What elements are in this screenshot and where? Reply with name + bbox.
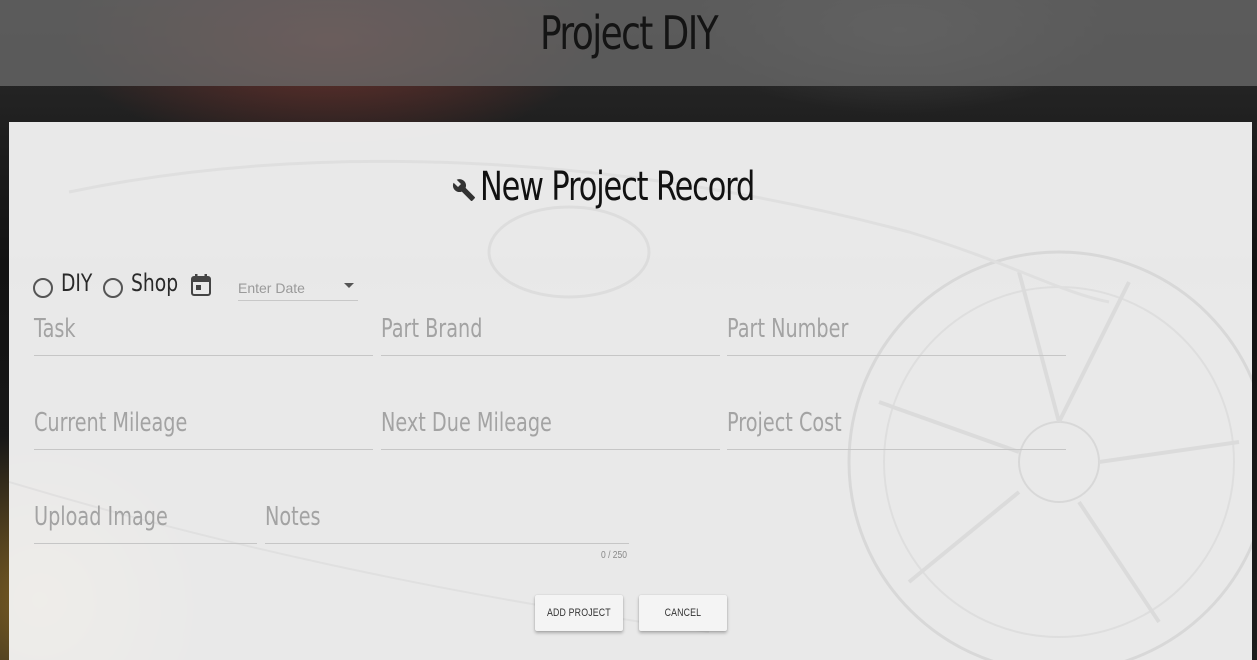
notes-char-counter: 0 / 250 bbox=[601, 550, 628, 561]
current-mileage-label: Current Mileage bbox=[34, 408, 188, 438]
part-brand-label: Part Brand bbox=[381, 314, 483, 344]
site-title: Project DIY bbox=[539, 6, 719, 60]
form-title: New Project Record bbox=[479, 164, 755, 210]
cancel-label: CANCEL bbox=[664, 607, 702, 619]
notes-label: Notes bbox=[265, 502, 321, 532]
form-heading: New Project Record bbox=[9, 164, 1252, 210]
cancel-button[interactable]: CANCEL bbox=[639, 595, 727, 631]
next-due-mileage-field[interactable]: Next Due Mileage bbox=[381, 408, 720, 450]
project-cost-label: Project Cost bbox=[727, 408, 842, 438]
add-project-label: ADD PROJECT bbox=[547, 607, 611, 619]
wrench-icon bbox=[452, 179, 475, 201]
task-label: Task bbox=[34, 314, 76, 344]
chevron-down-icon[interactable] bbox=[344, 283, 354, 288]
site-header: Project DIY bbox=[0, 0, 1257, 86]
new-project-card: New Project Record DIY Shop Enter Date T… bbox=[9, 122, 1252, 660]
task-field[interactable]: Task bbox=[34, 314, 373, 356]
add-project-button[interactable]: ADD PROJECT bbox=[535, 595, 623, 631]
part-brand-field[interactable]: Part Brand bbox=[381, 314, 720, 356]
part-number-field[interactable]: Part Number bbox=[727, 314, 1066, 356]
date-placeholder: Enter Date bbox=[238, 280, 305, 296]
radio-circle[interactable] bbox=[33, 278, 53, 298]
upload-image-field[interactable]: Upload Image bbox=[34, 502, 257, 544]
project-cost-field[interactable]: Project Cost bbox=[727, 408, 1066, 450]
current-mileage-field[interactable]: Current Mileage bbox=[34, 408, 373, 450]
radio-shop[interactable]: Shop bbox=[103, 268, 191, 298]
calendar-icon[interactable] bbox=[191, 274, 211, 296]
next-due-mileage-label: Next Due Mileage bbox=[381, 408, 552, 438]
radio-diy[interactable]: DIY bbox=[33, 268, 101, 298]
part-number-label: Part Number bbox=[727, 314, 849, 344]
upload-image-label: Upload Image bbox=[34, 502, 168, 532]
radio-shop-label: Shop bbox=[131, 269, 179, 297]
radio-diy-label: DIY bbox=[61, 269, 93, 297]
date-select[interactable]: Enter Date bbox=[238, 270, 358, 301]
radio-circle[interactable] bbox=[103, 278, 123, 298]
notes-field[interactable]: Notes bbox=[265, 502, 629, 544]
